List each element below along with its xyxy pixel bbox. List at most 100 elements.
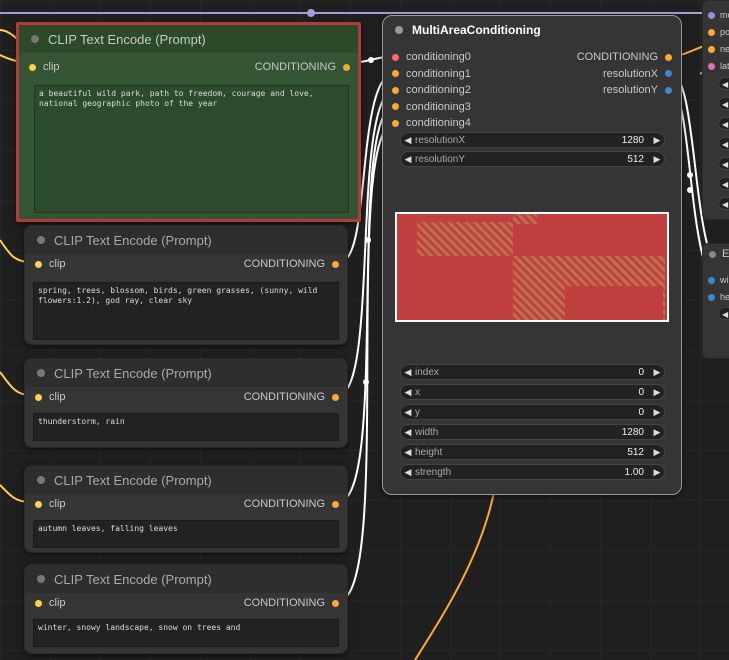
input-pin-icon[interactable] <box>392 119 399 127</box>
prompt-textarea[interactable]: autumn leaves, falling leaves <box>33 520 339 548</box>
input-pin-icon[interactable] <box>708 28 715 36</box>
output-pin-icon[interactable] <box>332 599 339 607</box>
x-widget[interactable]: ◀ x 0 ▶ <box>400 384 665 400</box>
node-title-bar[interactable]: CLIP Text Encode (Prompt) <box>25 565 347 593</box>
output-pin-icon[interactable] <box>332 500 339 508</box>
y-widget[interactable]: ◀ y 0 ▶ <box>400 404 665 420</box>
decrement-arrow-icon[interactable]: ◀ <box>401 135 415 146</box>
stub-widget[interactable]: ◀ <box>718 177 729 190</box>
strength-widget[interactable]: ◀ strength 1.00 ▶ <box>400 464 665 480</box>
conditioning1-input-slot[interactable]: conditioning1 <box>392 68 471 80</box>
increment-arrow-icon[interactable]: ▶ <box>650 447 664 458</box>
node-title-bar[interactable]: E <box>709 248 729 260</box>
width-input-slot[interactable]: wi <box>708 275 729 285</box>
input-pin-icon[interactable] <box>35 260 42 268</box>
negative-input-slot[interactable]: ne <box>708 44 729 54</box>
stub-widget[interactable]: ◀ <box>718 307 729 320</box>
conditioning3-input-slot[interactable]: conditioning3 <box>392 101 471 113</box>
node-title-bar[interactable]: MultiAreaConditioning <box>383 16 681 44</box>
increment-arrow-icon[interactable]: ▶ <box>650 427 664 438</box>
node-title-bar[interactable]: CLIP Text Encode (Prompt) <box>25 226 347 254</box>
input-pin-icon[interactable] <box>29 63 36 71</box>
increment-arrow-icon[interactable]: ▶ <box>650 387 664 398</box>
decrement-arrow-icon[interactable]: ◀ <box>401 407 415 418</box>
area-preview-canvas[interactable] <box>395 212 669 322</box>
decrement-arrow-icon[interactable]: ◀ <box>401 427 415 438</box>
conditioning-output-slot[interactable]: CONDITIONING <box>255 61 350 73</box>
latent-input-slot[interactable]: lat <box>708 61 729 71</box>
increment-arrow-icon[interactable]: ▶ <box>650 154 664 165</box>
conditioning-output-slot[interactable]: CONDITIONING <box>244 597 339 609</box>
positive-input-slot[interactable]: po <box>708 27 729 37</box>
node-title-bar[interactable]: CLIP Text Encode (Prompt) <box>25 359 347 387</box>
output-pin-icon[interactable] <box>332 260 339 268</box>
input-pin-icon[interactable] <box>708 11 715 19</box>
clip-text-encode-node-3[interactable]: CLIP Text Encode (Prompt) clip CONDITION… <box>24 358 348 448</box>
collapse-dot-icon[interactable] <box>37 476 45 484</box>
decrement-arrow-icon[interactable]: ◀ <box>401 447 415 458</box>
input-pin-icon[interactable] <box>708 293 715 301</box>
input-pin-icon[interactable] <box>392 86 399 94</box>
decrement-arrow-icon[interactable]: ◀ <box>401 154 415 165</box>
conditioning-output-slot[interactable]: CONDITIONING <box>244 258 339 270</box>
prompt-textarea[interactable]: spring, trees, blossom, birds, green gra… <box>33 282 339 340</box>
stub-widget[interactable]: ◀ <box>718 197 729 210</box>
collapse-dot-icon[interactable] <box>31 35 39 43</box>
input-pin-icon[interactable] <box>392 103 399 110</box>
stub-widget[interactable]: ◀ <box>718 117 729 130</box>
resolutionx-output-slot[interactable]: resolutionX <box>603 68 672 80</box>
output-pin-icon[interactable] <box>665 70 672 77</box>
conditioning-output-slot[interactable]: CONDITIONING <box>244 498 339 510</box>
input-pin-icon[interactable] <box>35 599 42 607</box>
height-input-slot[interactable]: he <box>708 292 729 302</box>
collapse-dot-icon[interactable] <box>709 250 716 258</box>
clip-input-slot[interactable]: clip <box>35 597 66 609</box>
input-pin-icon[interactable] <box>392 53 399 61</box>
input-pin-icon[interactable] <box>708 276 715 284</box>
output-pin-icon[interactable] <box>665 53 672 61</box>
output-pin-icon[interactable] <box>343 63 350 71</box>
clip-input-slot[interactable]: clip <box>29 61 60 73</box>
collapse-dot-icon[interactable] <box>37 369 45 377</box>
collapse-dot-icon[interactable] <box>395 26 403 34</box>
index-widget[interactable]: ◀ index 0 ▶ <box>400 364 665 380</box>
prompt-textarea[interactable]: winter, snowy landscape, snow on trees a… <box>33 619 339 647</box>
node-title-bar[interactable]: CLIP Text Encode (Prompt) <box>19 25 358 53</box>
clip-text-encode-node-2[interactable]: CLIP Text Encode (Prompt) clip CONDITION… <box>24 225 348 345</box>
decrement-arrow-icon[interactable]: ◀ <box>401 467 415 478</box>
prompt-textarea[interactable]: thunderstorm, rain <box>33 413 339 441</box>
decrement-arrow-icon[interactable]: ◀ <box>401 387 415 398</box>
input-pin-icon[interactable] <box>392 70 399 77</box>
clip-text-encode-node-5[interactable]: CLIP Text Encode (Prompt) clip CONDITION… <box>24 564 348 654</box>
output-pin-icon[interactable] <box>332 393 339 401</box>
ksampler-node-partial[interactable]: mo po ne lat ◀ ◀ ◀ ◀ ◀ ◀ ◀ <box>702 0 729 220</box>
resolutiony-widget[interactable]: ◀ resolutionY 512 ▶ <box>400 151 665 167</box>
clip-text-encode-node-1[interactable]: CLIP Text Encode (Prompt) clip CONDITION… <box>16 22 361 222</box>
increment-arrow-icon[interactable]: ▶ <box>650 135 664 146</box>
conditioning0-input-slot[interactable]: conditioning0 <box>392 51 471 63</box>
prompt-textarea[interactable]: a beautiful wild park, path to freedom, … <box>34 85 349 213</box>
input-pin-icon[interactable] <box>35 393 42 401</box>
clip-text-encode-node-4[interactable]: CLIP Text Encode (Prompt) clip CONDITION… <box>24 465 348 553</box>
multi-area-conditioning-node[interactable]: MultiAreaConditioning conditioning0 COND… <box>382 15 682 495</box>
resolutiony-output-slot[interactable]: resolutionY <box>603 84 672 96</box>
clip-input-slot[interactable]: clip <box>35 391 66 403</box>
input-pin-icon[interactable] <box>708 45 715 53</box>
conditioning2-input-slot[interactable]: conditioning2 <box>392 84 471 96</box>
increment-arrow-icon[interactable]: ▶ <box>650 367 664 378</box>
empty-latent-node-partial[interactable]: E wi he ◀ <box>702 243 729 359</box>
decrement-arrow-icon[interactable]: ◀ <box>401 367 415 378</box>
stub-widget[interactable]: ◀ <box>718 97 729 110</box>
stub-widget[interactable]: ◀ <box>718 137 729 150</box>
conditioning-output-slot[interactable]: CONDITIONING <box>244 391 339 403</box>
input-pin-icon[interactable] <box>708 62 715 70</box>
height-widget[interactable]: ◀ height 512 ▶ <box>400 444 665 460</box>
increment-arrow-icon[interactable]: ▶ <box>650 467 664 478</box>
resolutionx-widget[interactable]: ◀ resolutionX 1280 ▶ <box>400 132 665 148</box>
conditioning-output-slot[interactable]: CONDITIONING <box>577 51 672 63</box>
conditioning4-input-slot[interactable]: conditioning4 <box>392 117 471 129</box>
collapse-dot-icon[interactable] <box>37 575 45 583</box>
stub-widget[interactable]: ◀ <box>718 77 729 90</box>
model-input-slot[interactable]: mo <box>708 10 729 20</box>
collapse-dot-icon[interactable] <box>37 236 45 244</box>
